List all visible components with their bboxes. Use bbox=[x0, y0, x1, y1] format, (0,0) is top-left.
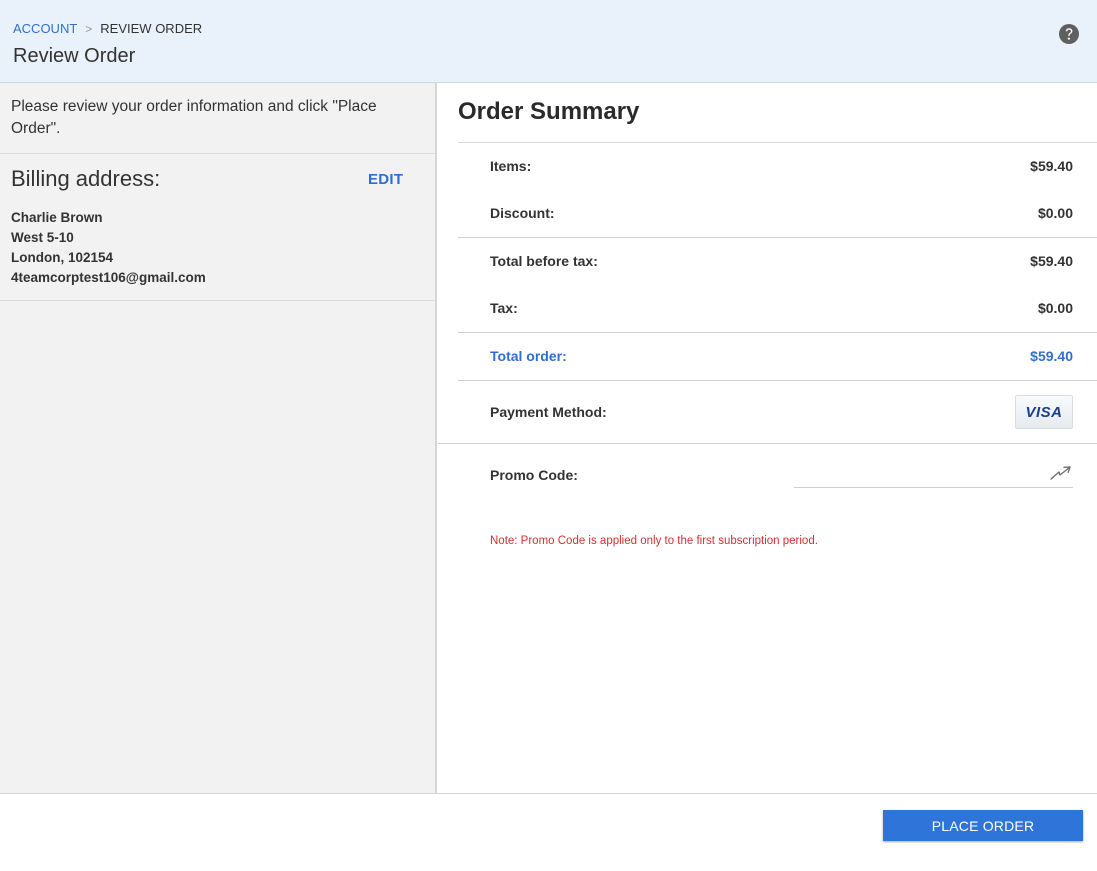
tax-value: $0.00 bbox=[1037, 300, 1073, 316]
discount-label: Discount: bbox=[490, 205, 555, 221]
promo-code-label: Promo Code: bbox=[490, 467, 578, 483]
tax-label: Tax: bbox=[490, 300, 518, 316]
billing-name: Charlie Brown bbox=[11, 210, 103, 225]
billing-address-title: Billing address: bbox=[11, 166, 161, 191]
divider bbox=[458, 332, 1097, 333]
items-label: Items: bbox=[490, 158, 532, 174]
billing-email: 4teamcorptest106@gmail.com bbox=[11, 270, 206, 285]
total-order-value: $59.40 bbox=[1030, 348, 1073, 364]
order-summary-title: Order Summary bbox=[458, 98, 640, 125]
order-summary-panel: Order Summary Items: $59.40 Discount: $0… bbox=[438, 83, 1097, 793]
left-panel: Please review your order information and… bbox=[0, 83, 437, 793]
summary-row-total-before-tax: Total before tax: $59.40 bbox=[490, 253, 1073, 269]
place-order-button[interactable]: PLACE ORDER bbox=[883, 810, 1083, 841]
promo-code-note: Note: Promo Code is applied only to the … bbox=[490, 535, 818, 547]
summary-row-discount: Discount: $0.00 bbox=[490, 205, 1073, 221]
discount-value: $0.00 bbox=[1037, 205, 1073, 221]
billing-city-postal: London, 102154 bbox=[11, 250, 114, 265]
breadcrumb-current: REVIEW ORDER bbox=[100, 21, 203, 36]
billing-address-section: Billing address: EDIT Charlie Brown West… bbox=[0, 154, 435, 301]
apply-arrow-icon[interactable] bbox=[1050, 464, 1072, 482]
question-circle-icon[interactable] bbox=[1058, 23, 1080, 45]
items-value: $59.40 bbox=[1030, 158, 1073, 174]
review-instructions: Please review your order information and… bbox=[0, 83, 435, 154]
divider bbox=[458, 142, 1097, 143]
summary-row-payment-method: Payment Method: VISA bbox=[490, 395, 1073, 429]
billing-street: West 5-10 bbox=[11, 230, 74, 245]
breadcrumb-separator: > bbox=[85, 21, 93, 36]
divider bbox=[458, 237, 1097, 238]
total-before-tax-value: $59.40 bbox=[1030, 253, 1073, 269]
total-before-tax-label: Total before tax: bbox=[490, 253, 598, 269]
page-footer: PLACE ORDER bbox=[0, 793, 1097, 871]
divider bbox=[458, 380, 1097, 381]
summary-row-total-order: Total order: $59.40 bbox=[490, 348, 1073, 364]
billing-address-details: Charlie Brown West 5-10 London, 102154 4… bbox=[11, 208, 206, 288]
page-header: ACCOUNT > REVIEW ORDER Review Order bbox=[0, 0, 1097, 83]
summary-row-tax: Tax: $0.00 bbox=[490, 300, 1073, 316]
summary-row-items: Items: $59.40 bbox=[490, 158, 1073, 174]
visa-card-icon[interactable]: VISA bbox=[1015, 395, 1073, 429]
edit-billing-link[interactable]: EDIT bbox=[368, 171, 403, 188]
payment-method-label: Payment Method: bbox=[490, 404, 607, 420]
page-title: Review Order bbox=[13, 45, 136, 67]
breadcrumb-account-link[interactable]: ACCOUNT bbox=[13, 21, 77, 36]
breadcrumb: ACCOUNT > REVIEW ORDER bbox=[13, 21, 202, 36]
divider bbox=[438, 443, 1097, 444]
promo-code-input[interactable] bbox=[794, 461, 1073, 488]
total-order-label: Total order: bbox=[490, 348, 567, 364]
